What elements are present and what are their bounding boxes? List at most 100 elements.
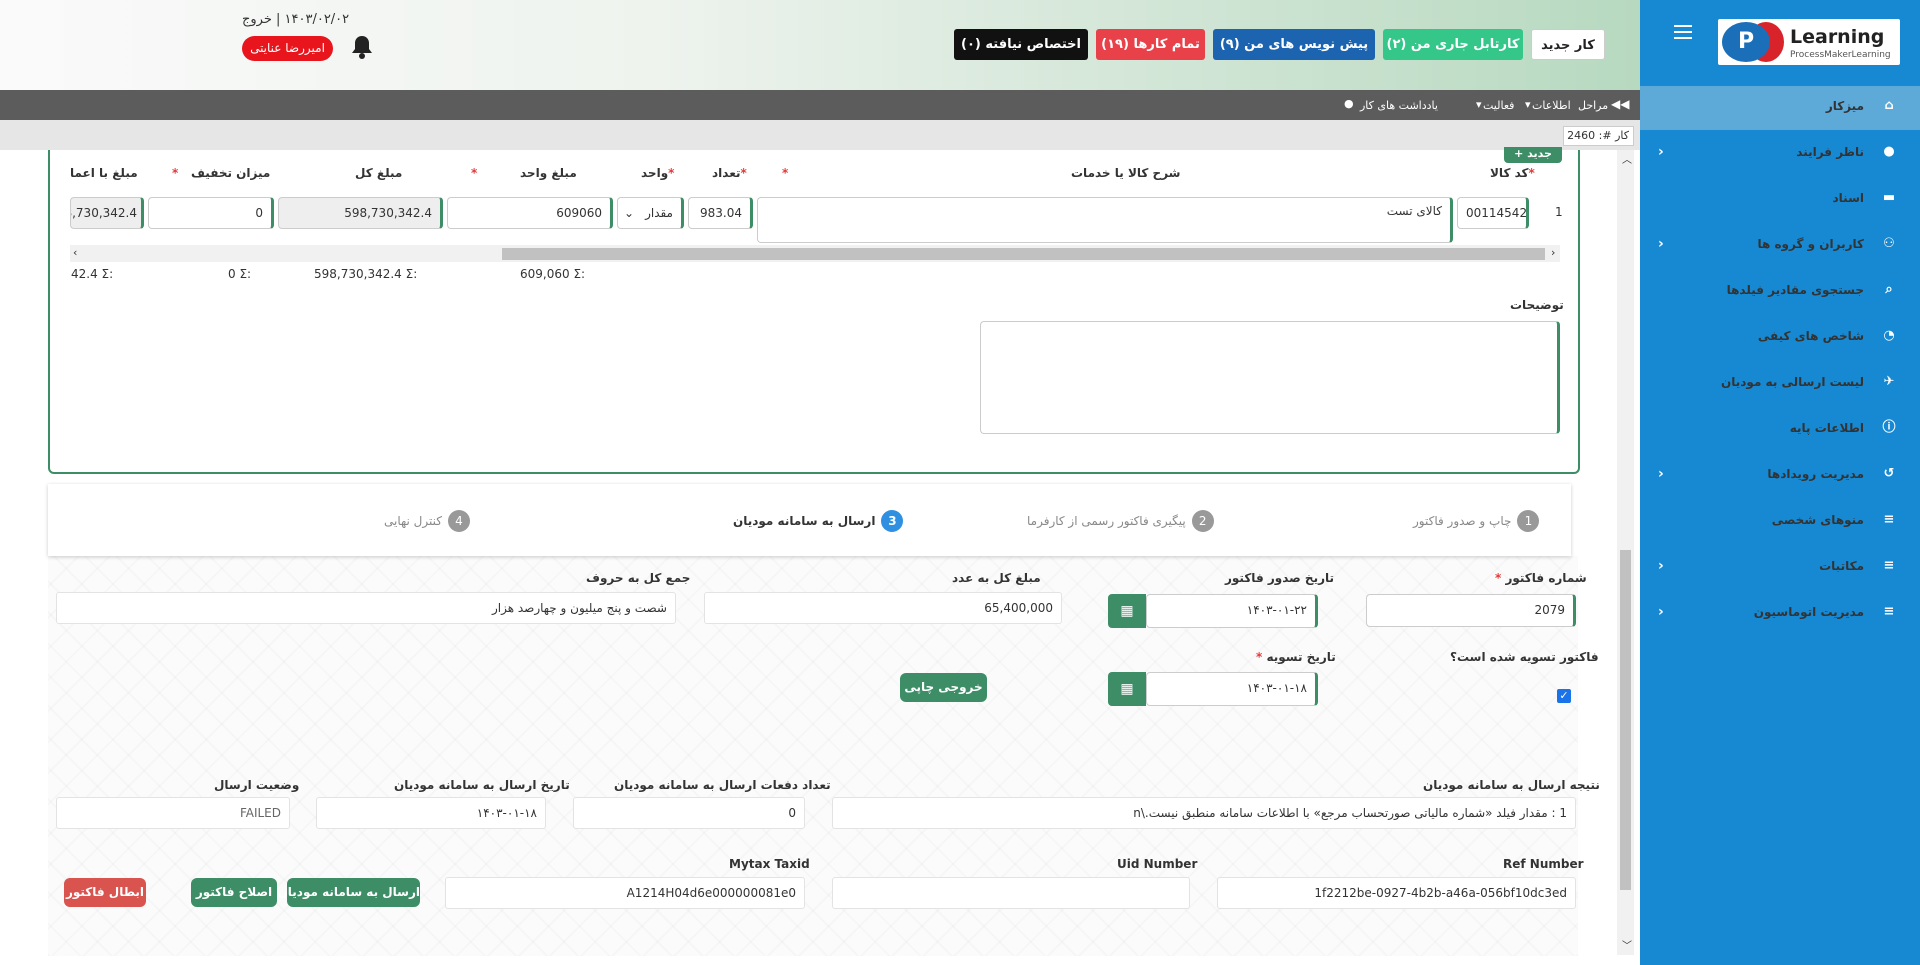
notes-textarea[interactable]	[980, 321, 1560, 434]
header-desc-star: *	[782, 166, 789, 180]
cancel-invoice-button[interactable]: ابطال فاکتور	[64, 878, 146, 907]
step-2[interactable]: 2پیگیری فاکتور رسمی از کارفرما	[1027, 510, 1214, 532]
header-qty: *تعداد	[712, 166, 747, 180]
sidebar-item-label: مکاتبات	[1819, 559, 1864, 573]
discount-input[interactable]: 0	[148, 197, 274, 229]
sidebar-item-0[interactable]: ⌂ میزکار	[1640, 86, 1920, 130]
description-textarea[interactable]: کالای تست	[757, 197, 1453, 243]
send-count-label: تعداد دفعات ارسال به سامانه مودیان	[614, 778, 831, 792]
user-badge[interactable]: امیررضا عنایتی	[242, 36, 333, 61]
sum-after-discount: 42.4 Σ:	[71, 267, 114, 281]
status-label: وضعیت ارسال	[214, 778, 300, 792]
step-1[interactable]: 1چاپ و صدور فاکتور	[1413, 510, 1540, 532]
sidebar-item-2[interactable]: ▬ اسناد	[1640, 178, 1920, 222]
chevron-down-icon: ▾	[1476, 98, 1482, 111]
invoice-no-input[interactable]: 2079	[1366, 594, 1576, 627]
header-unit: *واحد	[641, 166, 675, 180]
sum-discount: 0 Σ:	[228, 267, 252, 281]
sidebar-item-label: شاخص های کیفی	[1757, 329, 1864, 343]
bell-icon[interactable]	[350, 34, 374, 60]
date-logout[interactable]: ۱۴۰۳/۰۲/۰۲ | خروج	[242, 12, 349, 27]
send-to-system-button[interactable]: ارسال به سامانه مودیان	[278, 878, 420, 907]
sidebar-item-label: مدیریت رویدادها	[1767, 467, 1864, 481]
taxid-field: A1214H04d6e000000081e0	[445, 877, 805, 909]
case-toolbar: ◀◀ مراحل اطلاعات ▾ فعالیت ▾ یادداشت های …	[0, 90, 1640, 120]
new-case-button[interactable]: کار جدید	[1531, 29, 1605, 60]
sidebar-item-11[interactable]: ≡ مدیریت اتوماسیون ›	[1640, 592, 1920, 636]
send-icon: ✈	[1883, 374, 1895, 389]
send-date-field: ۱۴۰۳-۰۱-۱۸	[316, 797, 546, 829]
settled-checkbox[interactable]: ✓	[1557, 689, 1571, 703]
issue-date-input[interactable]: ۱۴۰۳-۰۱-۲۲	[1146, 594, 1318, 628]
case-notes-menu[interactable]: یادداشت های کار	[1360, 99, 1438, 112]
uid-number-field	[832, 877, 1190, 909]
history-icon: ↺	[1883, 466, 1895, 481]
list-icon: ≡	[1883, 558, 1895, 573]
print-output-button[interactable]: خروجی چاپی	[900, 673, 987, 702]
scroll-left-icon[interactable]: ‹	[73, 246, 77, 259]
menu-toggle-icon[interactable]	[1674, 25, 1692, 39]
ref-number-label: Ref Number	[1503, 857, 1584, 871]
issue-date-label: تاریخ صدور فاکتور	[1225, 571, 1334, 585]
settle-date-input[interactable]: ۱۴۰۳-۰۱-۱۸	[1146, 672, 1318, 706]
sidebar-item-6[interactable]: ✈ لیست ارسالی به مودیان	[1640, 362, 1920, 406]
chevron-right-icon: ›	[1658, 144, 1664, 160]
back-arrows-icon[interactable]: ◀◀	[1611, 97, 1629, 111]
step-4[interactable]: 4کنترل نهایی	[384, 510, 470, 532]
sidebar-item-7[interactable]: ⓘ اطلاعات پایه	[1640, 408, 1920, 452]
header-discount: میزان تخفیف	[191, 166, 271, 180]
notes-label: توضیحات	[1510, 298, 1564, 312]
logo: P Learning ProcessMakerLearning	[1718, 19, 1900, 65]
invoice-no-label: شماره فاکتور *	[1495, 571, 1587, 585]
result-label: نتیجه ارسال به سامانه مودیان	[1423, 778, 1600, 792]
search-icon: ⌕	[1885, 282, 1893, 297]
sidebar-item-9[interactable]: ≡ منوهای شخصی	[1640, 500, 1920, 544]
scroll-down-icon[interactable]: ﹀	[1622, 937, 1632, 952]
header-desc: شرح کالا یا خدمات	[1071, 166, 1181, 180]
sidebar-item-label: منوهای شخصی	[1771, 513, 1864, 527]
total-words-field: شصت و پنج میلیون و چهارصد هزار	[56, 592, 676, 624]
pie-chart-icon: ◔	[1883, 328, 1895, 343]
chevron-right-icon: ›	[1658, 466, 1664, 482]
header-unit-price: مبلغ واحد	[520, 166, 577, 180]
sidebar-item-10[interactable]: ≡ مکاتبات ›	[1640, 546, 1920, 590]
sidebar-item-8[interactable]: ↺ مدیریت رویدادها ›	[1640, 454, 1920, 498]
unit-select[interactable]: مقدار ⌄	[617, 197, 684, 229]
header-after-discount: مبلغ با اعما	[70, 166, 138, 180]
quantity-input[interactable]: 983.04	[688, 197, 753, 229]
sidebar-item-4[interactable]: ⌕ جستجوی مقادیر فیلدها	[1640, 270, 1920, 314]
steps-menu[interactable]: مراحل	[1578, 99, 1608, 112]
header-unit-price-star: *	[471, 166, 478, 180]
sidebar-item-1[interactable]: ● ناظر فرایند ›	[1640, 132, 1920, 176]
sidebar-item-label: اطلاعات پایه	[1789, 421, 1864, 435]
ref-number-field: 1f2212be-0927-4b2b-a46a-056bf10dc3ed	[1217, 877, 1576, 909]
scroll-up-icon[interactable]: ︿	[1622, 151, 1632, 166]
main-scroll-thumb[interactable]	[1620, 550, 1631, 890]
calendar-icon[interactable]: ▦	[1108, 594, 1146, 628]
sidebar-item-label: مدیریت اتوماسیون	[1753, 605, 1864, 619]
sum-unit-price: 609,060 Σ:	[520, 267, 586, 281]
case-subbar	[0, 120, 1640, 150]
inbox-button[interactable]: کارتابل جاری من (۲)	[1383, 29, 1523, 60]
activity-menu[interactable]: فعالیت	[1483, 99, 1514, 112]
total-amount-field: 598,730,342.4	[278, 197, 443, 229]
unassigned-button[interactable]: اختصاص نیافته (۰)	[954, 29, 1088, 60]
sidebar-item-5[interactable]: ◔ شاخص های کیفی	[1640, 316, 1920, 360]
comment-icon: ●	[1344, 97, 1354, 110]
sidebar-item-3[interactable]: ⚇ کاربران و گروه ها ›	[1640, 224, 1920, 268]
scroll-thumb[interactable]	[502, 248, 1545, 260]
drafts-button[interactable]: پیش نویس های من (۹)	[1213, 29, 1375, 60]
total-number-label: مبلغ کل به عدد	[952, 571, 1041, 585]
all-cases-button[interactable]: تمام کارها (۱۹)	[1096, 29, 1205, 60]
sidebar: P Learning ProcessMakerLearning ⌂ میزکار ●…	[1640, 0, 1920, 965]
fix-invoice-button[interactable]: اصلاح فاکتور	[191, 878, 277, 907]
scroll-right-icon[interactable]: ›	[1551, 246, 1555, 259]
after-discount-field: 598,730,342.4	[70, 197, 144, 229]
info-menu[interactable]: اطلاعات	[1532, 99, 1571, 112]
code-input[interactable]: 00114542	[1457, 197, 1529, 229]
calendar-icon[interactable]: ▦	[1108, 672, 1146, 706]
unit-price-input[interactable]: 609060	[447, 197, 613, 229]
step-3[interactable]: 3ارسال به سامانه مودیان	[733, 510, 904, 532]
grid-new-row-button[interactable]: جدید +	[1504, 147, 1562, 163]
header-total: مبلغ کل	[355, 166, 403, 180]
